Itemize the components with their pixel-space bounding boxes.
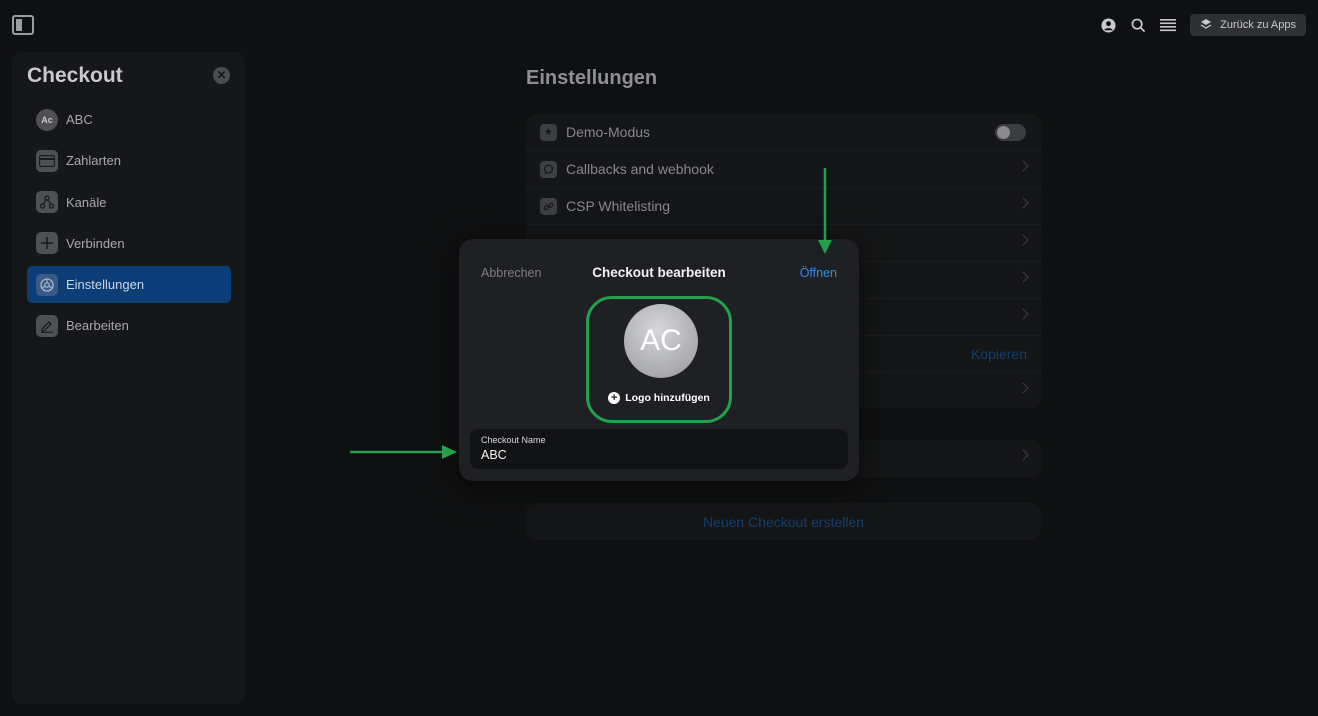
sidebar-item-label: Zahlarten — [66, 153, 121, 169]
sidebar-item-einstellungen[interactable]: Einstellungen — [27, 266, 231, 304]
top-bar: Zurück zu Apps — [0, 0, 1318, 50]
logo-highlight: AC + Logo hinzufügen — [586, 296, 732, 423]
setting-label: Demo-Modus — [566, 124, 651, 140]
sidebar-item-kanaele[interactable]: Kanäle — [27, 184, 231, 221]
settings-icon — [36, 273, 58, 296]
sidebar-item-label: ABC — [66, 112, 93, 127]
checkout-name-label: Checkout Name — [481, 435, 546, 445]
create-checkout-button[interactable]: Neuen Checkout erstellen — [526, 503, 1041, 540]
top-actions: Zurück zu Apps — [1100, 14, 1306, 36]
sidebar-item-verbinden[interactable]: Verbinden — [27, 225, 231, 262]
plus-icon — [36, 232, 58, 255]
arrow-right-icon — [350, 445, 457, 459]
checkout-avatar-icon: Ac — [36, 108, 58, 131]
checkout-name-input[interactable] — [481, 448, 837, 462]
sidebar-nav: Ac ABC Zahlarten Kanäle Verbinden Einste… — [27, 101, 231, 349]
back-to-apps-button[interactable]: Zurück zu Apps — [1190, 14, 1306, 36]
add-circle-icon: + — [608, 391, 621, 404]
setting-row-demo-mode[interactable]: ★ Demo-Modus — [526, 114, 1041, 151]
chevron-right-icon — [1017, 197, 1029, 209]
setting-row-csp[interactable]: CSP Whitelisting — [526, 188, 1041, 225]
sidebar-item-label: Bearbeiten — [66, 318, 129, 334]
chat-icon — [540, 160, 557, 178]
sidebar-item-label: Kanäle — [66, 194, 107, 210]
setting-label: Callbacks and webhook — [566, 161, 714, 177]
checkout-avatar[interactable]: AC — [624, 304, 698, 378]
setting-row-callbacks[interactable]: Callbacks and webhook — [526, 151, 1041, 188]
chevron-right-icon — [1017, 308, 1029, 320]
search-icon[interactable] — [1130, 17, 1146, 33]
sidebar-item-bearbeiten[interactable]: Bearbeiten — [27, 307, 231, 344]
chevron-right-icon — [1017, 382, 1029, 394]
copy-link[interactable]: Kopieren — [971, 346, 1027, 362]
sidebar-item-zahlarten[interactable]: Zahlarten — [27, 142, 231, 179]
credit-card-icon — [36, 149, 58, 172]
edit-checkout-modal: Abbrechen Checkout bearbeiten Öffnen AC … — [459, 239, 859, 481]
sidebar-title: Checkout — [27, 64, 123, 87]
add-logo-label: Logo hinzufügen — [625, 391, 710, 404]
sidebar-item-label: Verbinden — [66, 235, 125, 251]
sidebar-item-abc[interactable]: Ac ABC — [27, 101, 231, 138]
page-title: Einstellungen — [526, 67, 658, 89]
demo-mode-toggle[interactable] — [995, 124, 1026, 141]
chevron-right-icon — [1017, 160, 1029, 172]
back-to-apps-label: Zurück zu Apps — [1220, 19, 1296, 31]
link-icon — [540, 197, 557, 215]
sidebar: Checkout ✕ Ac ABC Zahlarten Kanäle Verbi… — [12, 52, 245, 704]
sidebar-toggle-icon[interactable] — [12, 15, 34, 35]
close-icon[interactable]: ✕ — [213, 67, 230, 84]
open-button[interactable]: Öffnen — [800, 266, 837, 280]
add-logo-button[interactable]: + Logo hinzufügen — [604, 389, 714, 406]
chevron-right-icon — [1017, 271, 1029, 283]
chevron-right-icon — [1017, 449, 1029, 461]
channels-icon — [36, 191, 58, 214]
menu-icon[interactable] — [1160, 17, 1177, 33]
star-icon: ★ — [540, 123, 557, 141]
chevron-right-icon — [1017, 234, 1029, 246]
checkout-name-field[interactable]: Checkout Name — [470, 429, 848, 469]
sidebar-item-label: Einstellungen — [66, 277, 145, 293]
account-icon[interactable] — [1100, 17, 1116, 33]
setting-label: CSP Whitelisting — [566, 198, 671, 214]
layers-icon — [1200, 18, 1212, 33]
edit-icon — [36, 314, 58, 337]
